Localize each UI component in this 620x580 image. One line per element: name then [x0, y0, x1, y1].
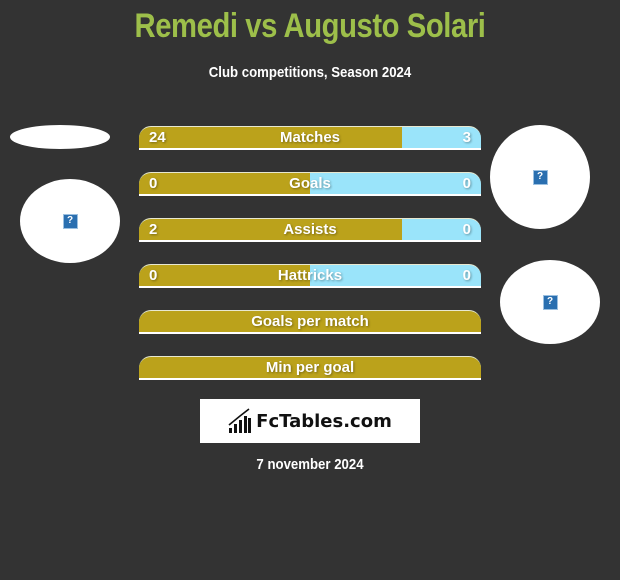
- stat-label: Goals: [289, 175, 331, 192]
- right-player-avatar: ?: [490, 125, 590, 229]
- stat-bar-hattricks: 0 Hattricks 0: [139, 264, 481, 288]
- stat-label: Matches: [279, 129, 341, 146]
- stat-bar-matches: 24 Matches 3: [139, 126, 481, 150]
- page-title: Remedi vs Augusto Solari: [134, 7, 486, 45]
- stat-label: Min per goal: [265, 359, 355, 376]
- subtitle: Club competitions, Season 2024: [208, 64, 412, 81]
- date-label: 7 november 2024: [256, 456, 364, 473]
- right-value: 0: [462, 267, 471, 284]
- broken-image-icon: ?: [532, 169, 548, 185]
- broken-image-icon: ?: [62, 213, 78, 229]
- stat-bar-min-per-goal: Min per goal: [139, 356, 481, 380]
- bar-chart-icon: [228, 408, 252, 433]
- left-team-logo: [10, 125, 110, 149]
- stat-bar-goals: 0 Goals 0: [139, 172, 481, 196]
- right-team-logo: ?: [500, 260, 600, 344]
- stat-label: Hattricks: [277, 267, 343, 284]
- logo-text: FcTables.com: [256, 410, 392, 432]
- right-value: 3: [462, 129, 471, 146]
- stat-bar-goals-per-match: Goals per match: [139, 310, 481, 334]
- stat-label: Assists: [283, 221, 337, 238]
- right-value: 0: [462, 175, 471, 192]
- broken-image-icon: ?: [542, 294, 558, 310]
- right-value: 0: [462, 221, 471, 238]
- stat-bar-assists: 2 Assists 0: [139, 218, 481, 242]
- fctables-logo[interactable]: FcTables.com: [200, 399, 420, 443]
- stat-label: Goals per match: [251, 313, 369, 330]
- left-player-avatar: ?: [20, 179, 120, 263]
